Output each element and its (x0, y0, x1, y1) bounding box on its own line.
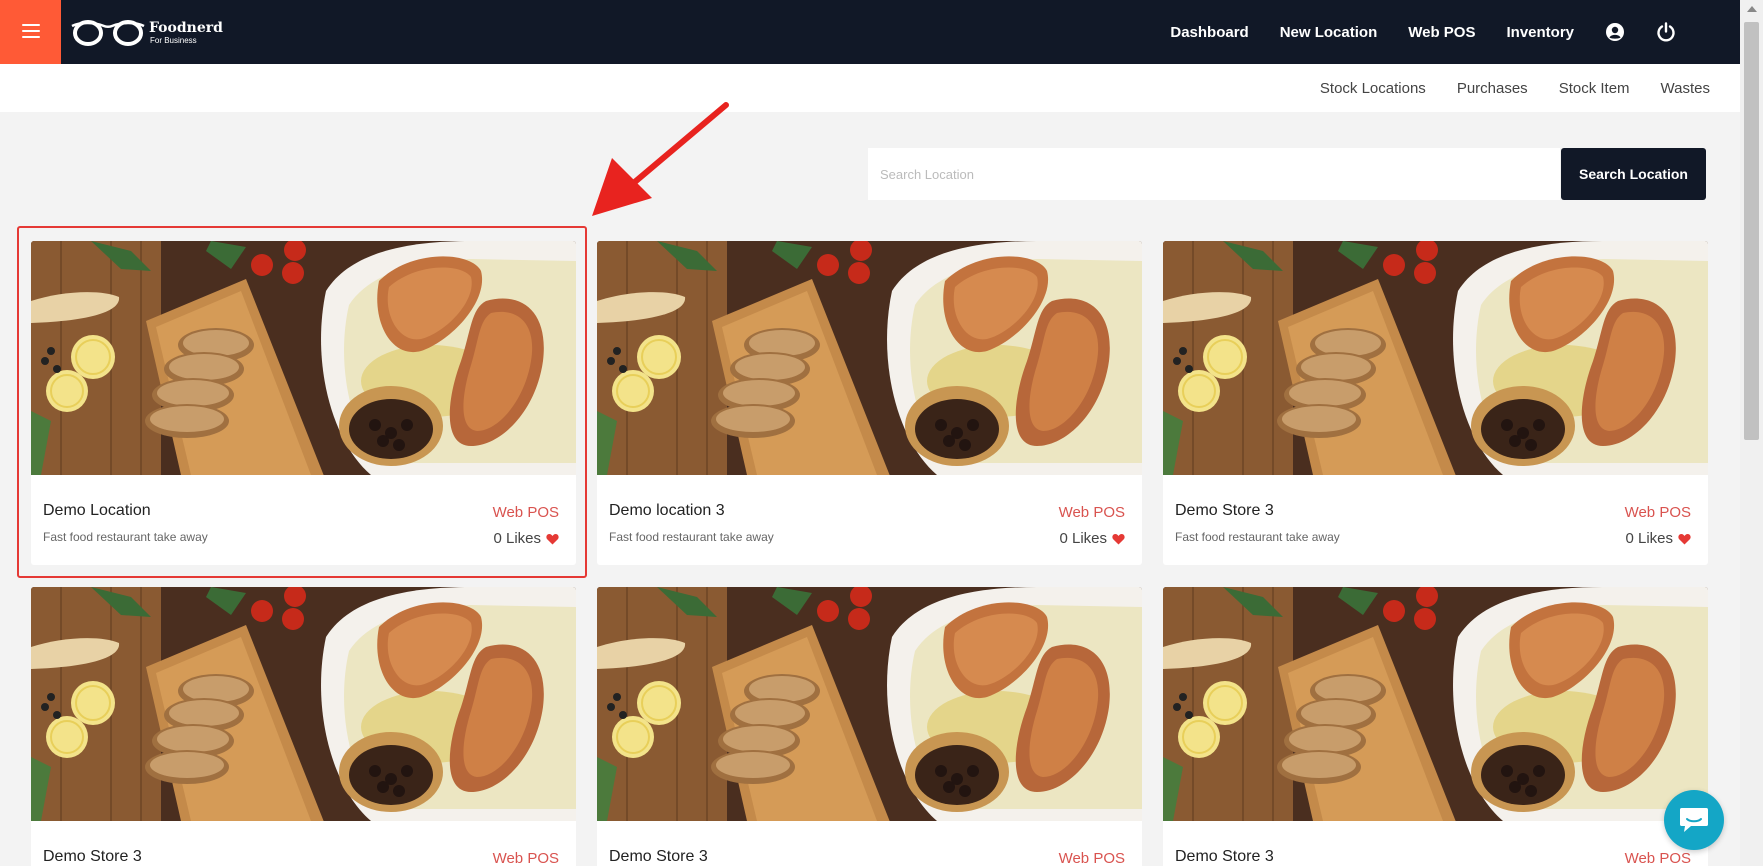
menu-toggle-button[interactable] (0, 0, 61, 64)
location-card[interactable]: Demo Store 3 Web POS Fast food restauran… (1163, 241, 1708, 565)
user-circle-icon (1606, 23, 1624, 41)
brand-logo[interactable]: Foodnerd For Business (70, 16, 240, 50)
brand-tagline: For Business (150, 36, 197, 45)
location-title: Demo Store 3 (1175, 502, 1274, 519)
location-title: Demo Store 3 (609, 848, 708, 865)
scroll-up-arrow[interactable] (1747, 6, 1757, 12)
nav-inventory[interactable]: Inventory (1506, 24, 1574, 41)
location-image (597, 241, 1142, 475)
search-location-input[interactable] (868, 148, 1560, 200)
location-title: Demo Location (43, 502, 151, 519)
subnav-stock-locations[interactable]: Stock Locations (1320, 80, 1426, 97)
annotation-arrow (592, 102, 729, 216)
heart-icon (546, 533, 559, 544)
location-image (1163, 587, 1708, 821)
web-pos-link[interactable]: Web POS (1059, 504, 1125, 521)
location-description: Fast food restaurant take away (1175, 530, 1340, 544)
location-image (597, 587, 1142, 821)
chat-icon (1680, 808, 1708, 832)
top-navbar: Foodnerd For Business Dashboard New Loca… (0, 0, 1740, 64)
power-icon (1657, 22, 1675, 42)
location-card[interactable]: Demo location 3 Web POS Fast food restau… (597, 241, 1142, 565)
web-pos-link[interactable]: Web POS (1625, 504, 1691, 521)
search-location-button[interactable]: Search Location (1561, 148, 1706, 200)
web-pos-link[interactable]: Web POS (493, 850, 559, 866)
heart-icon (1678, 533, 1691, 544)
location-title: Demo Store 3 (1175, 848, 1274, 865)
web-pos-link[interactable]: Web POS (1625, 850, 1691, 866)
subnav-wastes[interactable]: Wastes (1661, 80, 1710, 97)
web-pos-link[interactable]: Web POS (493, 504, 559, 521)
menu-icon (22, 24, 40, 26)
brand-name: Foodnerd (149, 20, 223, 36)
inventory-subnav: Stock Locations Purchases Stock Item Was… (0, 64, 1740, 112)
likes-count[interactable]: 0 Likes (1059, 530, 1125, 547)
user-profile-button[interactable] (1606, 23, 1624, 41)
live-chat-button[interactable] (1664, 790, 1724, 850)
location-card[interactable]: Demo Store 3 Web POS (1163, 587, 1708, 866)
nav-dashboard[interactable]: Dashboard (1170, 24, 1248, 41)
logout-button[interactable] (1656, 22, 1676, 42)
location-title: Demo Store 3 (43, 848, 142, 865)
location-card[interactable]: Demo Store 3 Web POS (597, 587, 1142, 866)
heart-icon (1112, 533, 1125, 544)
likes-count[interactable]: 0 Likes (493, 530, 559, 547)
location-image (31, 587, 576, 821)
location-description: Fast food restaurant take away (609, 530, 774, 544)
glasses-logo-icon (71, 20, 145, 46)
location-image (31, 241, 576, 475)
web-pos-link[interactable]: Web POS (1059, 850, 1125, 866)
nav-new-location[interactable]: New Location (1280, 24, 1378, 41)
location-card[interactable]: Demo Store 3 Web POS (31, 587, 576, 866)
subnav-stock-item[interactable]: Stock Item (1559, 80, 1630, 97)
nav-web-pos[interactable]: Web POS (1408, 24, 1475, 41)
scroll-thumb[interactable] (1744, 22, 1759, 440)
page-scrollbar[interactable] (1740, 0, 1763, 866)
location-title: Demo location 3 (609, 502, 725, 519)
location-image (1163, 241, 1708, 475)
likes-count[interactable]: 0 Likes (1625, 530, 1691, 547)
subnav-purchases[interactable]: Purchases (1457, 80, 1528, 97)
location-card[interactable]: Demo Location Web POS Fast food restaura… (31, 241, 576, 565)
location-description: Fast food restaurant take away (43, 530, 208, 544)
top-nav-menu: Dashboard New Location Web POS Inventory (1139, 0, 1676, 64)
